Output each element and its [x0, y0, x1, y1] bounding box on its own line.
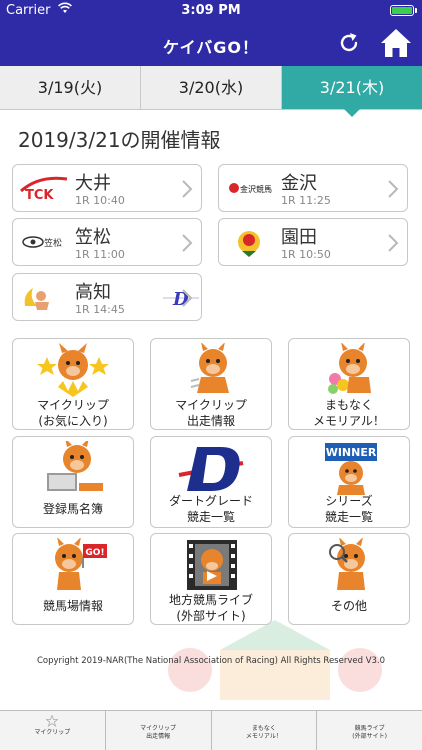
menu-coming-memorial[interactable]: まもなく メモリアル！ [288, 338, 410, 430]
refresh-icon[interactable] [336, 30, 362, 56]
venue-time: 10:50 [299, 248, 331, 261]
venue-time: 11:00 [93, 248, 125, 261]
menu-series[interactable]: WINNER シリーズ 競走一覧 [288, 436, 410, 528]
menu-sublabel: (お気に入り) [38, 414, 108, 428]
star-icon [46, 715, 59, 727]
venue-race: 1R [281, 194, 296, 207]
menu-label: マイクリップ [37, 398, 109, 412]
venue-race: 1R [281, 248, 296, 261]
menu-sublabel: 競走一覧 [324, 510, 373, 524]
copyright-text: Copyright 2019-NAR(The National Associat… [36, 656, 386, 666]
menu-label: まもなく [324, 398, 373, 412]
menu-sublabel: 出走情報 [186, 414, 235, 428]
kasamatsu-logo-text: 笠松 [44, 237, 62, 249]
venue-name: 金沢 [281, 173, 317, 194]
bottom-tab-myclip[interactable]: マイクリップ [0, 711, 106, 750]
menu-nar-live[interactable]: 地方競馬ライブ (外部サイト) [150, 533, 272, 625]
menu-sublabel: (外部サイト) [176, 609, 246, 623]
venue-card-oi[interactable]: TCK 大井 1R 10:40 [12, 164, 202, 212]
status-bar: Carrier 3:09 PM ⚡ [0, 0, 422, 22]
venue-name: 高知 [75, 282, 111, 303]
menu-racecourse-info[interactable]: GO! 競馬場情報 [12, 533, 134, 625]
kanazawa-logo-text: 金沢競馬 [240, 184, 272, 194]
kochi-logo [19, 282, 71, 312]
nav-bar: ケイバGO！ [0, 22, 422, 66]
menu-label: 登録馬名簿 [42, 502, 103, 516]
tck-logo: TCK [19, 173, 71, 203]
bottom-tab-label: マイクリップ [34, 729, 71, 736]
venue-time: 11:25 [299, 194, 331, 207]
venue-race-info: 1R 10:40 [75, 194, 125, 207]
go-sign-text: GO! [85, 548, 104, 558]
bottom-tab-label: まもなく メモリアル！ [245, 725, 282, 740]
venue-card-kasamatsu[interactable]: 笠松 笠松 1R 11:00 [12, 218, 202, 266]
venue-time: 14:45 [93, 303, 125, 316]
bottom-tab-label: 競馬ライブ (外部サイト) [352, 725, 387, 740]
menu-label: 競馬場情報 [42, 599, 103, 613]
winner-banner-text: WINNER [326, 446, 377, 459]
tab-date-2[interactable]: 3/20(水) [141, 66, 282, 109]
menu-label: シリーズ [325, 494, 373, 508]
venue-race-info: 1R 14:45 [75, 303, 125, 316]
venue-race: 1R [75, 194, 90, 207]
venue-race-info: 1R 10:50 [281, 248, 331, 261]
tab-date-1[interactable]: 3/19(火) [0, 66, 141, 109]
venue-name: 大井 [75, 173, 111, 194]
horse-running-icon [190, 343, 229, 393]
chevron-right-icon [182, 234, 193, 252]
chevron-right-icon [182, 180, 193, 198]
menu-dirt-grade[interactable]: ダートグレード 競走一覧 [150, 436, 272, 528]
date-tabs: 3/19(火) 3/20(水) 3/21(木) [0, 66, 422, 117]
menu-label: ダートグレード [168, 494, 253, 508]
chevron-right-icon [388, 180, 399, 198]
venue-race: 1R [75, 303, 90, 316]
bottom-tab-myclip-entries[interactable]: マイクリップ 出走情報 [106, 711, 212, 750]
bottom-tab-label: マイクリップ 出走情報 [140, 725, 177, 740]
venue-time: 10:40 [93, 194, 125, 207]
home-icon[interactable] [380, 28, 412, 58]
bottom-tab-live[interactable]: 競馬ライブ (外部サイト) [317, 711, 422, 750]
horse-bouquet-icon [328, 343, 371, 394]
horse-winner-icon: WINNER [325, 443, 377, 495]
venue-race: 1R [75, 248, 90, 261]
chevron-right-icon [388, 234, 399, 252]
venue-race-info: 1R 11:00 [75, 248, 125, 261]
menu-label: マイクリップ [175, 398, 247, 412]
tab-date-3[interactable]: 3/21(木) [282, 66, 422, 117]
dirt-grade-icon [178, 447, 244, 491]
battery-tip [415, 8, 417, 13]
bottom-tab-bar: マイクリップ マイクリップ 出走情報 まもなく メモリアル！ 競馬ライブ (外部… [0, 710, 422, 750]
venue-name: 園田 [281, 227, 317, 248]
kasamatsu-logo: 笠松 [19, 227, 71, 257]
venue-race-info: 1R 11:25 [281, 194, 331, 207]
menu-label: その他 [330, 599, 367, 613]
menu-sublabel: 競走一覧 [186, 510, 235, 524]
menu-sublabel: メモリアル！ [313, 414, 385, 428]
battery-icon [390, 5, 414, 16]
horse-film-icon [187, 540, 237, 590]
venue-card-sonoda[interactable]: 園田 1R 10:50 [218, 218, 408, 266]
menu-registered-horses[interactable]: 登録馬名簿 [12, 436, 134, 528]
chevron-right-icon [182, 289, 193, 307]
tck-logo-text: TCK [25, 188, 54, 203]
horse-magnifier-icon [329, 538, 365, 590]
venue-name: 笠松 [75, 227, 111, 248]
horse-go-sign-icon: GO! [55, 538, 107, 590]
menu-other[interactable]: その他 [288, 533, 410, 625]
bottom-tab-memorial[interactable]: まもなく メモリアル！ [212, 711, 318, 750]
menu-label: 地方競馬ライブ [168, 593, 253, 607]
sonoda-logo [225, 227, 277, 257]
page-title: 2019/3/21の開催情報 [18, 128, 221, 152]
clock: 3:09 PM [181, 3, 241, 18]
horse-star-icon [37, 343, 109, 397]
menu-myclip-entries[interactable]: マイクリップ 出走情報 [150, 338, 272, 430]
venue-card-kanazawa[interactable]: 金沢競馬 金沢 1R 11:25 [218, 164, 408, 212]
menu-myclip-favorites[interactable]: マイクリップ (お気に入り) [12, 338, 134, 430]
venue-card-kochi[interactable]: 高知 1R 14:45 D [12, 273, 202, 321]
horse-laptop-icon [47, 441, 103, 491]
kanazawa-logo: 金沢競馬 [225, 173, 277, 203]
